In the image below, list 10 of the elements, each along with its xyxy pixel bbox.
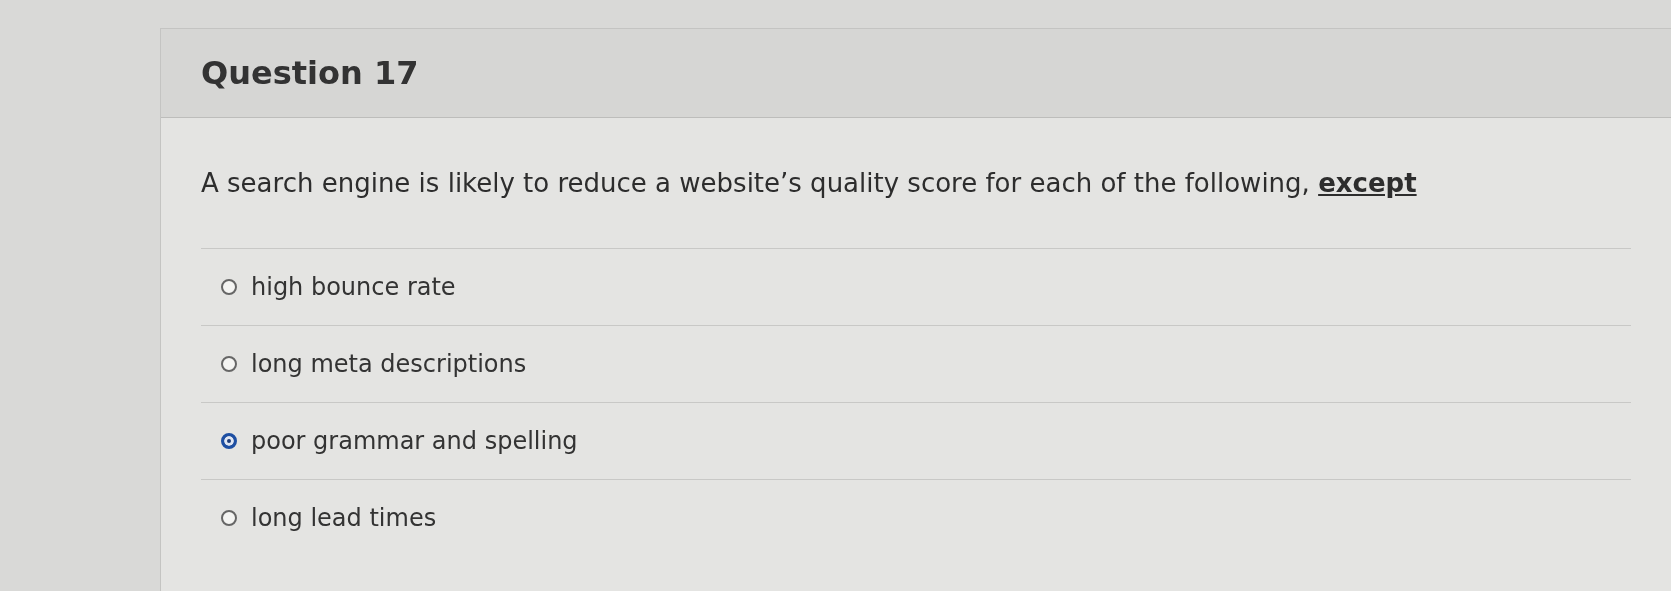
radio-button[interactable] bbox=[221, 510, 237, 526]
option-label[interactable]: long lead times bbox=[251, 504, 437, 532]
radio-button[interactable] bbox=[221, 356, 237, 372]
option-label[interactable]: high bounce rate bbox=[251, 273, 456, 301]
radio-button[interactable] bbox=[221, 433, 237, 449]
option-label[interactable]: poor grammar and spelling bbox=[251, 427, 578, 455]
question-prompt: A search engine is likely to reduce a website’s quality score for each of the following, except bbox=[201, 168, 1418, 198]
radio-button[interactable] bbox=[221, 279, 237, 295]
question-title: Question 17 bbox=[201, 54, 419, 92]
option-label[interactable]: long meta descriptions bbox=[251, 350, 527, 378]
